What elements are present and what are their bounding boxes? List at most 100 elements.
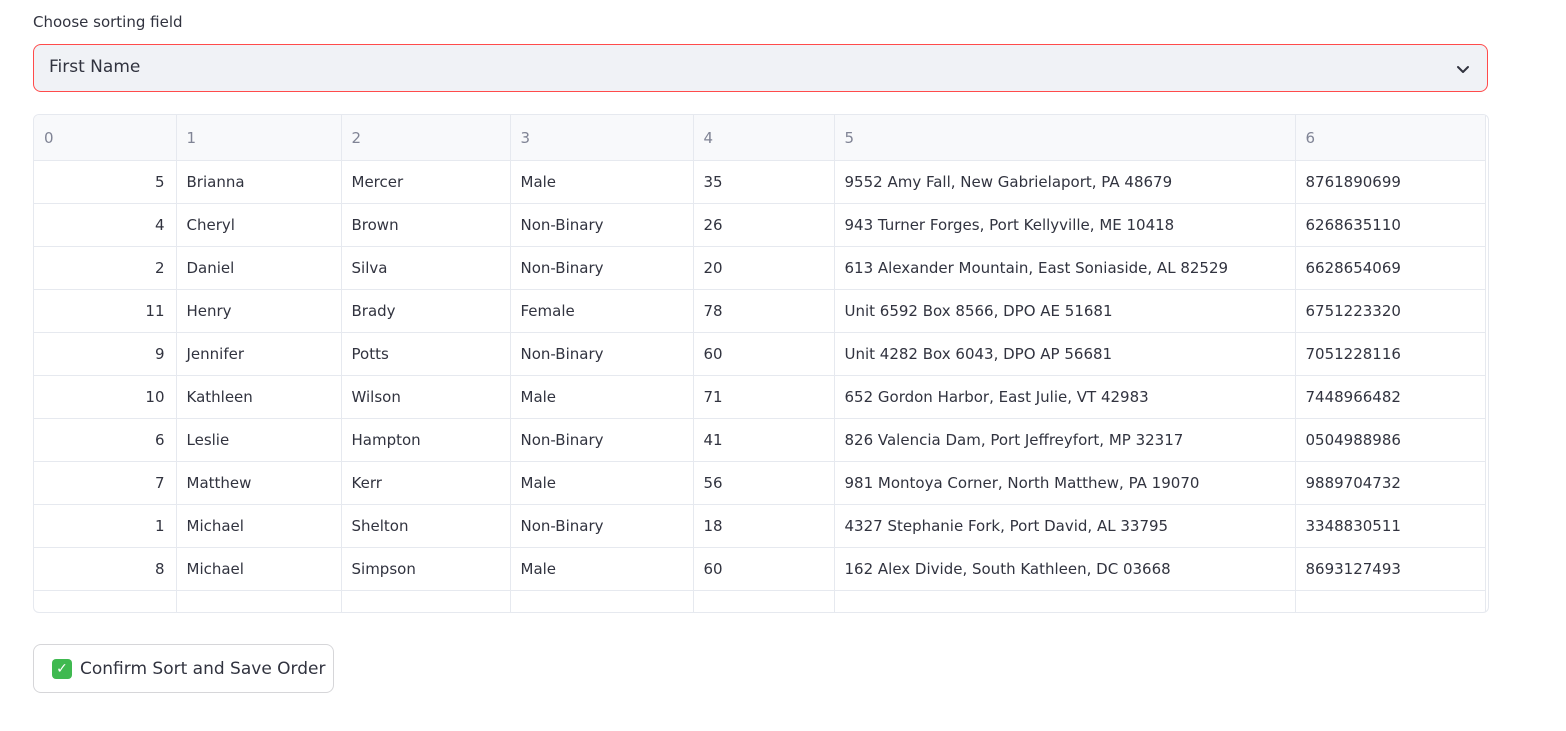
- table-row[interactable]: 9 Jennifer Potts Non-Binary 60 Unit 4282 Box …: [34, 332, 1486, 376]
- table-cell-col-0[interactable]: 8: [34, 547, 177, 591]
- column-header-4[interactable]: 4: [693, 115, 835, 161]
- table-cell-col-3[interactable]: Male: [510, 375, 694, 419]
- table-cell-col-6[interactable]: 7051228116: [1295, 332, 1486, 376]
- table-cell-col-3[interactable]: Non-Binary: [510, 418, 694, 462]
- table-cell-col-2[interactable]: Brady: [341, 289, 511, 333]
- table-cell-col-2[interactable]: Potts: [341, 332, 511, 376]
- table-cell-col-6[interactable]: 7448966482: [1295, 375, 1486, 419]
- table-cell-col-2[interactable]: Hampton: [341, 418, 511, 462]
- table-cell-col-6[interactable]: [1295, 590, 1486, 612]
- table-cell-col-3[interactable]: [510, 590, 694, 612]
- table-cell-col-1[interactable]: Cheryl: [176, 203, 342, 247]
- table-cell-col-4[interactable]: 60: [693, 547, 835, 591]
- table-cell-col-5[interactable]: 9552 Amy Fall, New Gabrielaport, PA 4867…: [834, 160, 1296, 204]
- table-cell-col-3[interactable]: Male: [510, 461, 694, 505]
- data-table[interactable]: 0123456 5 Brianna Mercer Male 35 9552 Amy Fal…: [33, 114, 1489, 613]
- sort-field-selected-value: First Name: [49, 57, 141, 77]
- table-cell-col-6[interactable]: 8761890699: [1295, 160, 1486, 204]
- table-cell-col-2[interactable]: Mercer: [341, 160, 511, 204]
- table-cell-col-0[interactable]: 9: [34, 332, 177, 376]
- table-cell-col-6[interactable]: 3348830511: [1295, 504, 1486, 548]
- table-cell-col-5[interactable]: 613 Alexander Mountain, East Soniaside, …: [834, 246, 1296, 290]
- table-cell-col-4[interactable]: 41: [693, 418, 835, 462]
- column-header-2[interactable]: 2: [341, 115, 511, 161]
- table-cell-col-0[interactable]: 2: [34, 246, 177, 290]
- table-cell-col-5[interactable]: 981 Montoya Corner, North Matthew, PA 19…: [834, 461, 1296, 505]
- table-cell-col-1[interactable]: Matthew: [176, 461, 342, 505]
- sort-field-select[interactable]: First Name: [33, 44, 1488, 92]
- table-row[interactable]: 8 Michael Simpson Male 60 162 Alex Divide, So…: [34, 547, 1486, 591]
- column-header-0[interactable]: 0: [34, 115, 177, 161]
- table-cell-col-6[interactable]: 6751223320: [1295, 289, 1486, 333]
- table-cell-col-4[interactable]: 78: [693, 289, 835, 333]
- table-row-partial[interactable]: [34, 590, 1486, 612]
- table-body: 5 Brianna Mercer Male 35 9552 Amy Fall, New G…: [34, 160, 1486, 612]
- confirm-sort-button[interactable]: ✓ Confirm Sort and Save Order: [33, 644, 334, 693]
- table-cell-col-0[interactable]: 7: [34, 461, 177, 505]
- table-cell-col-2[interactable]: Wilson: [341, 375, 511, 419]
- table-cell-col-1[interactable]: [176, 590, 342, 612]
- table-cell-col-4[interactable]: 71: [693, 375, 835, 419]
- table-cell-col-4[interactable]: [693, 590, 835, 612]
- table-cell-col-3[interactable]: Male: [510, 547, 694, 591]
- table-cell-col-0[interactable]: 11: [34, 289, 177, 333]
- table-cell-col-3[interactable]: Female: [510, 289, 694, 333]
- table-cell-col-5[interactable]: 162 Alex Divide, South Kathleen, DC 0366…: [834, 547, 1296, 591]
- table-cell-col-1[interactable]: Henry: [176, 289, 342, 333]
- table-cell-col-1[interactable]: Michael: [176, 504, 342, 548]
- table-cell-col-0[interactable]: 4: [34, 203, 177, 247]
- table-row[interactable]: 10 Kathleen Wilson Male 71 652 Gordon Harbor,…: [34, 375, 1486, 419]
- table-cell-col-0[interactable]: 10: [34, 375, 177, 419]
- table-cell-col-2[interactable]: Simpson: [341, 547, 511, 591]
- table-cell-col-5[interactable]: 4327 Stephanie Fork, Port David, AL 3379…: [834, 504, 1296, 548]
- table-row[interactable]: 1 Michael Shelton Non-Binary 18 4327 Stephani…: [34, 504, 1486, 548]
- table-cell-col-4[interactable]: 26: [693, 203, 835, 247]
- table-cell-col-5[interactable]: Unit 6592 Box 8566, DPO AE 51681: [834, 289, 1296, 333]
- table-cell-col-6[interactable]: 0504988986: [1295, 418, 1486, 462]
- table-cell-col-1[interactable]: Jennifer: [176, 332, 342, 376]
- table-cell-col-3[interactable]: Non-Binary: [510, 246, 694, 290]
- table-row[interactable]: 11 Henry Brady Female 78 Unit 6592 Box 8566, …: [34, 289, 1486, 333]
- table-cell-col-4[interactable]: 18: [693, 504, 835, 548]
- table-cell-col-5[interactable]: 826 Valencia Dam, Port Jeffreyfort, MP 3…: [834, 418, 1296, 462]
- column-header-5[interactable]: 5: [834, 115, 1296, 161]
- table-cell-col-2[interactable]: [341, 590, 511, 612]
- table-cell-col-0[interactable]: [34, 590, 177, 612]
- table-cell-col-1[interactable]: Leslie: [176, 418, 342, 462]
- table-cell-col-2[interactable]: Shelton: [341, 504, 511, 548]
- table-row[interactable]: 5 Brianna Mercer Male 35 9552 Amy Fall, New G…: [34, 160, 1486, 204]
- column-header-1[interactable]: 1: [176, 115, 342, 161]
- table-cell-col-5[interactable]: 943 Turner Forges, Port Kellyville, ME 1…: [834, 203, 1296, 247]
- table-cell-col-0[interactable]: 5: [34, 160, 177, 204]
- table-row[interactable]: 4 Cheryl Brown Non-Binary 26 943 Turner Forge…: [34, 203, 1486, 247]
- table-cell-col-3[interactable]: Male: [510, 160, 694, 204]
- table-row[interactable]: 7 Matthew Kerr Male 56 981 Montoya Corner, No…: [34, 461, 1486, 505]
- table-cell-col-5[interactable]: 652 Gordon Harbor, East Julie, VT 42983: [834, 375, 1296, 419]
- table-cell-col-5[interactable]: Unit 4282 Box 6043, DPO AP 56681: [834, 332, 1296, 376]
- table-cell-col-0[interactable]: 1: [34, 504, 177, 548]
- table-cell-col-5[interactable]: [834, 590, 1296, 612]
- table-cell-col-3[interactable]: Non-Binary: [510, 504, 694, 548]
- table-cell-col-1[interactable]: Brianna: [176, 160, 342, 204]
- table-cell-col-1[interactable]: Kathleen: [176, 375, 342, 419]
- table-cell-col-3[interactable]: Non-Binary: [510, 332, 694, 376]
- table-cell-col-4[interactable]: 35: [693, 160, 835, 204]
- table-cell-col-6[interactable]: 6268635110: [1295, 203, 1486, 247]
- table-cell-col-0[interactable]: 6: [34, 418, 177, 462]
- table-cell-col-6[interactable]: 9889704732: [1295, 461, 1486, 505]
- table-cell-col-4[interactable]: 60: [693, 332, 835, 376]
- table-cell-col-4[interactable]: 20: [693, 246, 835, 290]
- table-cell-col-4[interactable]: 56: [693, 461, 835, 505]
- table-row[interactable]: 2 Daniel Silva Non-Binary 20 613 Alexander Mo…: [34, 246, 1486, 290]
- table-cell-col-2[interactable]: Silva: [341, 246, 511, 290]
- table-cell-col-1[interactable]: Daniel: [176, 246, 342, 290]
- column-header-6[interactable]: 6: [1295, 115, 1486, 161]
- table-cell-col-1[interactable]: Michael: [176, 547, 342, 591]
- table-cell-col-2[interactable]: Kerr: [341, 461, 511, 505]
- table-cell-col-2[interactable]: Brown: [341, 203, 511, 247]
- table-cell-col-6[interactable]: 8693127493: [1295, 547, 1486, 591]
- column-header-3[interactable]: 3: [510, 115, 694, 161]
- table-cell-col-6[interactable]: 6628654069: [1295, 246, 1486, 290]
- table-row[interactable]: 6 Leslie Hampton Non-Binary 41 826 Valencia D…: [34, 418, 1486, 462]
- table-cell-col-3[interactable]: Non-Binary: [510, 203, 694, 247]
